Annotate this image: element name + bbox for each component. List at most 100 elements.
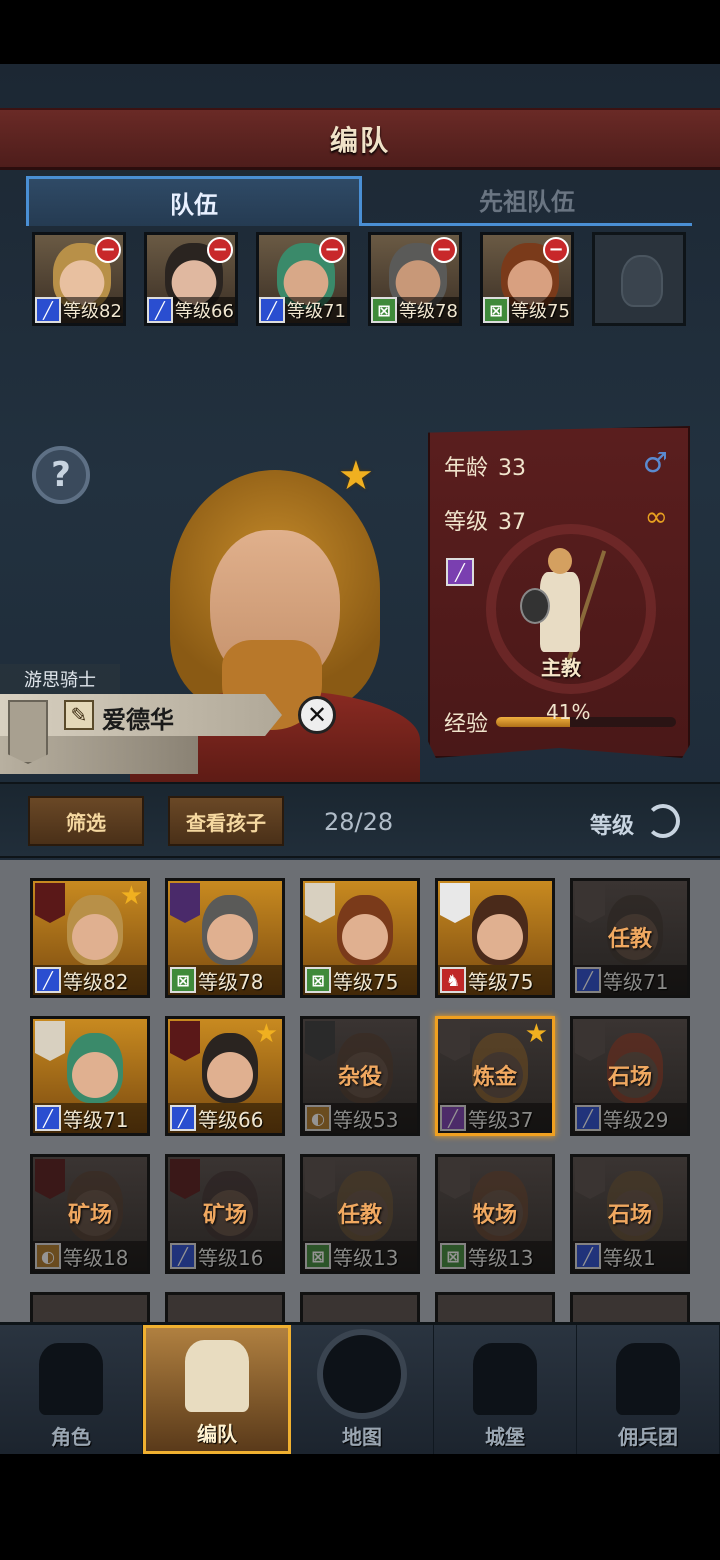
age-label: 年龄 [444,456,489,481]
nav-item[interactable]: 城堡 [434,1325,577,1454]
team-slot[interactable]: − ⊠ 等级78 [368,232,462,326]
exp-label: 经验 [444,712,489,737]
roster-card[interactable]: 任教 ╱ 等级71 [570,878,690,998]
sword-icon: ╱ [575,1105,601,1131]
hero-name: 爱德华 [102,706,174,734]
level-strip: ╱ 等级82 [35,297,123,323]
remove-member-icon[interactable]: − [207,237,233,263]
roster-card-partial[interactable] [30,1292,150,1322]
edit-name-icon[interactable]: ✎ [64,700,94,730]
house-banner-icon [305,1159,335,1199]
level-strip: ╱ 等级37 [438,1103,552,1133]
level-text: 等级18 [63,1245,129,1270]
roster-card[interactable]: ★ 炼金 ╱ 等级37 [435,1016,555,1136]
roster-card[interactable]: ⊠ 等级78 [165,878,285,998]
level-value: 37 [498,510,527,535]
level-text: 等级53 [333,1107,399,1132]
nav-item[interactable]: 角色 [0,1325,143,1454]
refresh-sort-icon[interactable] [646,804,680,838]
rings-icon[interactable]: ∞ [645,500,668,533]
dismiss-hero-button[interactable]: ✕ [298,696,336,734]
roster-card[interactable]: 石场 ╱ 等级1 [570,1154,690,1274]
bottom-nav: 角色 编队 地图 城堡 佣兵团 [0,1322,720,1454]
job-label: 石场 [607,1065,652,1090]
nav-item[interactable]: 编队 [143,1325,291,1454]
level-strip: ╱ 等级71 [573,965,687,995]
roster-card[interactable]: 矿场 ◐ 等级18 [30,1154,150,1274]
sword-icon: ╱ [35,297,61,323]
star-icon: ★ [524,1019,548,1049]
banner-flag-icon[interactable] [8,700,48,764]
sort-label[interactable]: 等级 [590,808,634,840]
roster-card[interactable]: 牧场 ⊠ 等级13 [435,1154,555,1274]
team-slot[interactable]: − ⊠ 等级75 [480,232,574,326]
empty-helmet-icon [621,255,663,307]
roster-card[interactable]: ★ ╱ 等级82 [30,878,150,998]
team-slot[interactable]: − ╱ 等级82 [32,232,126,326]
house-banner-icon [575,1159,605,1199]
roster-card[interactable]: 任教 ⊠ 等级13 [300,1154,420,1274]
filter-button[interactable]: 筛选 [28,796,144,846]
level-text: 等级16 [198,1245,264,1270]
roster-card[interactable]: 石场 ╱ 等级29 [570,1016,690,1136]
favorite-star-icon[interactable]: ★ [338,456,374,496]
shield-icon: ⊠ [305,1243,331,1269]
remove-member-icon[interactable]: − [95,237,121,263]
sword-icon: ╱ [35,967,61,993]
level-strip: ╱ 等级16 [168,1241,282,1271]
roster-card[interactable]: ⊠ 等级75 [300,878,420,998]
house-banner-icon [440,1159,470,1199]
roster-card[interactable]: 杂役 ◐ 等级53 [300,1016,420,1136]
job-label: 矿场 [202,1203,247,1228]
level-strip: ⊠ 等级75 [303,965,417,995]
roster-card[interactable]: ♞ 等级75 [435,878,555,998]
level-strip: ╱ 等级66 [168,1103,282,1133]
helmet-icon [185,1340,249,1412]
level-text: 等级78 [198,969,264,994]
view-children-button[interactable]: 查看孩子 [168,796,284,846]
team-slot-empty[interactable] [592,232,686,326]
shield2-icon: ◐ [305,1105,331,1131]
roster-card[interactable]: 矿场 ╱ 等级16 [165,1154,285,1274]
roster-card-partial[interactable] [435,1292,555,1322]
nav-label: 地图 [342,1425,382,1449]
nav-item[interactable]: 佣兵团 [577,1325,720,1454]
staff-icon: ╱ [446,558,474,586]
tab-ancestor-team[interactable]: 先祖队伍 [362,176,692,226]
level-strip: ╱ 等级1 [573,1241,687,1271]
roster-card[interactable]: ★ ╱ 等级66 [165,1016,285,1136]
nav-item[interactable]: 地图 [291,1325,434,1454]
level-text: 等级75 [468,969,534,994]
status-bar-area [0,0,720,64]
remove-member-icon[interactable]: − [431,237,457,263]
roster-grid: ★ ╱ 等级82 ⊠ 等级78 ⊠ 等级75 ♞ 等级75 任教 ╱ 等级71 … [30,878,690,1274]
roster-card[interactable]: ╱ 等级71 [30,1016,150,1136]
house-banner-icon [575,1021,605,1061]
tab-bar: 队伍 先祖队伍 [26,176,692,226]
tab-team[interactable]: 队伍 [26,176,362,226]
sword-icon: ╱ [35,1105,61,1131]
roster-card-partial[interactable] [165,1292,285,1322]
team-slot[interactable]: − ╱ 等级71 [256,232,350,326]
roster-card-partial[interactable] [570,1292,690,1322]
level-strip: ◐ 等级18 [33,1241,147,1271]
roster-count: 28/28 [324,808,394,836]
exp-percent: 41% [546,700,591,724]
remove-member-icon[interactable]: − [543,237,569,263]
level-strip: ⊠ 等级75 [483,297,571,323]
age-row: 年龄 33 [444,450,526,482]
level-text: 等级78 [399,301,458,322]
portrait [67,895,123,965]
team-slot[interactable]: − ╱ 等级66 [144,232,238,326]
remove-member-icon[interactable]: − [319,237,345,263]
help-icon[interactable]: ? [32,446,90,504]
roster-card-partial[interactable] [300,1292,420,1322]
sword-icon: ╱ [170,1243,196,1269]
level-strip: ╱ 等级71 [259,297,347,323]
level-text: 等级66 [198,1107,264,1132]
portrait [202,1033,258,1103]
level-strip: ╱ 等级66 [147,297,235,323]
level-row: 等级 37 [444,504,526,536]
house-banner-icon [440,1021,470,1061]
level-strip: ⊠ 等级13 [438,1241,552,1271]
